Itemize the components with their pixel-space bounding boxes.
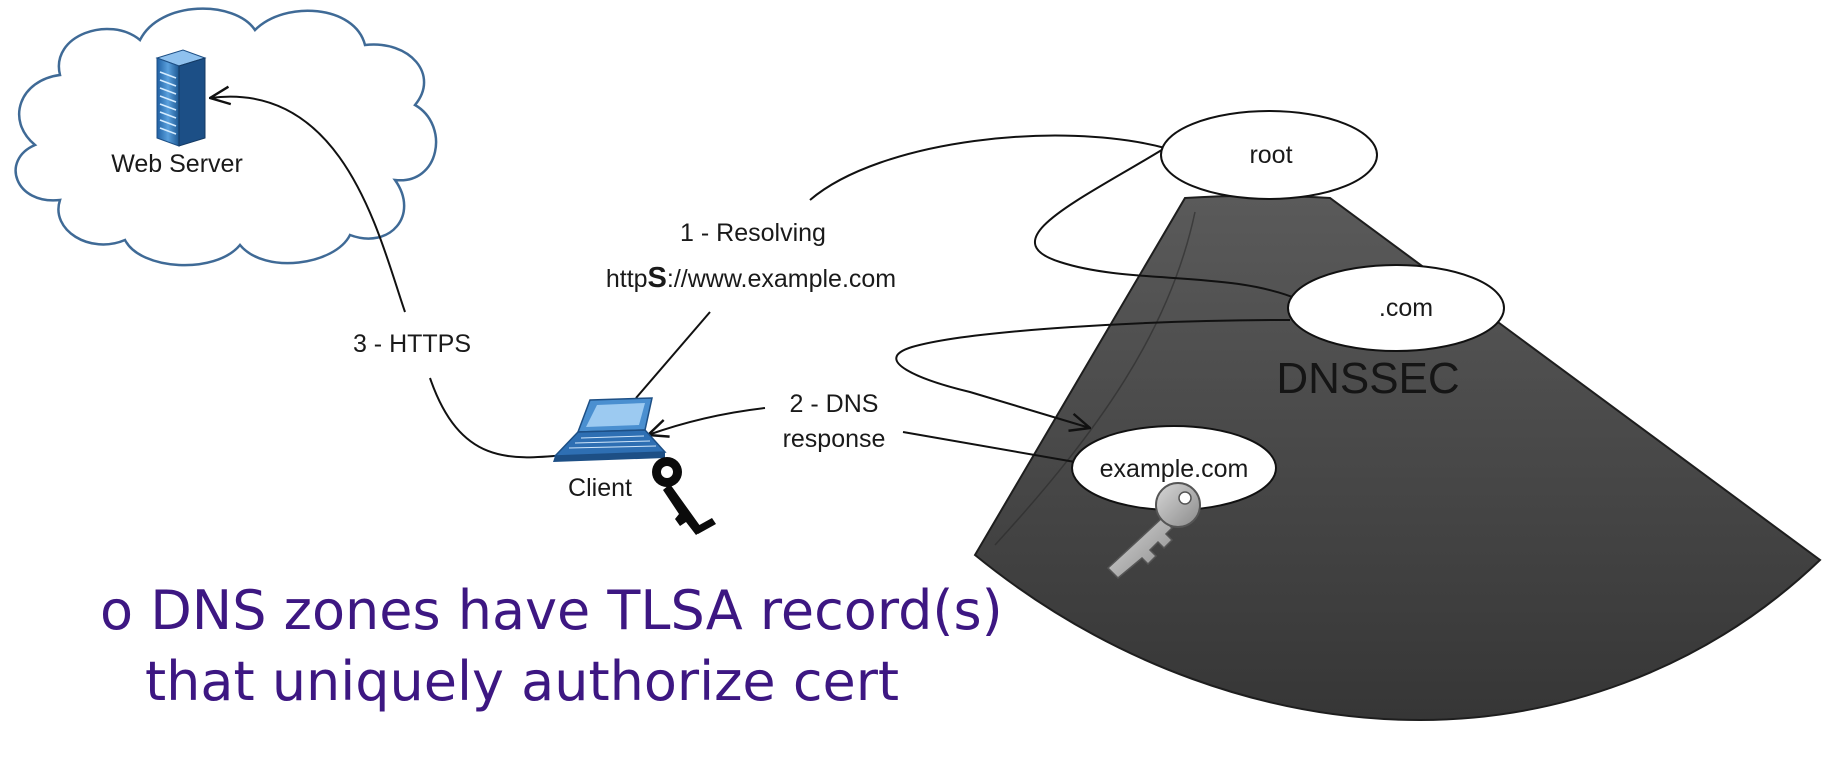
https-line-lower <box>429 377 566 459</box>
laptop-icon <box>553 397 667 462</box>
bullet-line1: DNS zones have TLSA record(s) <box>150 579 1003 642</box>
bullet-line2: that uniquely authorize cert <box>145 650 900 714</box>
dns-response-arrow-to-client <box>648 407 766 435</box>
dnssec-label: DNSSEC <box>1276 354 1459 403</box>
step1-url-emphasis: S <box>648 262 667 294</box>
step1-label: 1 - Resolving <box>680 219 826 247</box>
resolve-line-client-to-root <box>809 134 1166 201</box>
cloud-shape <box>14 7 438 267</box>
step3-label: 3 - HTTPS <box>353 330 471 358</box>
com-label: .com <box>1379 294 1433 322</box>
example-com-label: example.com <box>1100 455 1249 483</box>
root-label: root <box>1249 141 1292 169</box>
step1-url: httpS://www.example.com <box>606 262 896 294</box>
client-key-icon <box>652 457 716 535</box>
client-label: Client <box>568 474 632 502</box>
web-server-label: Web Server <box>111 150 243 178</box>
step2-label-line2: response <box>783 425 886 453</box>
step2-label-line1: 2 - DNS <box>790 390 879 418</box>
resolve-line-client-stub <box>635 311 711 399</box>
server-icon <box>155 49 207 147</box>
step1-url-rest: ://www.example.com <box>667 265 896 293</box>
bullet-point: o DNS zones have TLSA record(s) that uni… <box>100 575 1003 718</box>
step1-url-prefix: http <box>606 265 648 293</box>
bullet-marker: o <box>100 579 134 642</box>
